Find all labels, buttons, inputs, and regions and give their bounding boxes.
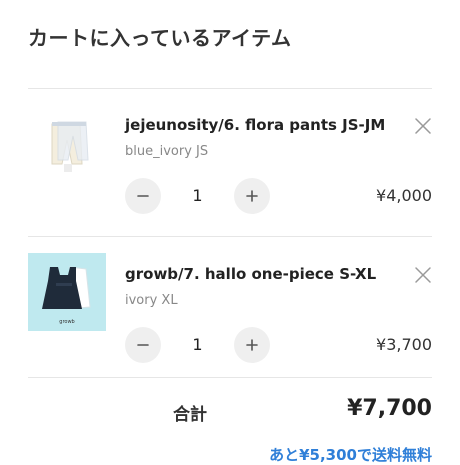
cart-item: growb growb/7. hallo one-piece S-XL ivor… bbox=[0, 237, 460, 377]
decrease-quantity-button[interactable] bbox=[125, 178, 161, 214]
pants-image bbox=[28, 104, 106, 182]
brand-logo-text: growb bbox=[59, 319, 74, 325]
cart-title: カートに入っているアイテム bbox=[28, 26, 292, 50]
total-label: 合計 bbox=[173, 405, 207, 425]
increase-quantity-button[interactable] bbox=[234, 327, 270, 363]
item-name[interactable]: jejeunosity/6. flora pants JS-JM bbox=[125, 116, 385, 134]
item-variant: ivory XL bbox=[125, 293, 178, 308]
remove-item-button[interactable] bbox=[412, 264, 434, 286]
plus-icon bbox=[246, 190, 258, 202]
item-variant: blue_ivory JS bbox=[125, 144, 209, 159]
product-thumbnail[interactable] bbox=[28, 104, 106, 182]
close-icon bbox=[415, 118, 431, 134]
item-name[interactable]: growb/7. hallo one-piece S-XL bbox=[125, 265, 376, 283]
close-icon bbox=[415, 267, 431, 283]
minus-icon bbox=[137, 195, 149, 197]
increase-quantity-button[interactable] bbox=[234, 178, 270, 214]
quantity-value: 1 bbox=[192, 335, 203, 354]
free-shipping-link[interactable]: あと¥5,300で送料無料 bbox=[269, 444, 432, 465]
item-price: ¥3,700 bbox=[376, 335, 432, 354]
quantity-value: 1 bbox=[192, 186, 203, 205]
cart-item: jejeunosity/6. flora pants JS-JM blue_iv… bbox=[0, 88, 460, 228]
item-price: ¥4,000 bbox=[376, 186, 432, 205]
plus-icon bbox=[246, 339, 258, 351]
product-thumbnail[interactable]: growb bbox=[28, 253, 106, 331]
divider-bottom bbox=[28, 377, 432, 378]
remove-item-button[interactable] bbox=[412, 115, 434, 137]
total-value: ¥7,700 bbox=[347, 396, 432, 421]
dress-image: growb bbox=[28, 253, 106, 331]
decrease-quantity-button[interactable] bbox=[125, 327, 161, 363]
minus-icon bbox=[137, 344, 149, 346]
